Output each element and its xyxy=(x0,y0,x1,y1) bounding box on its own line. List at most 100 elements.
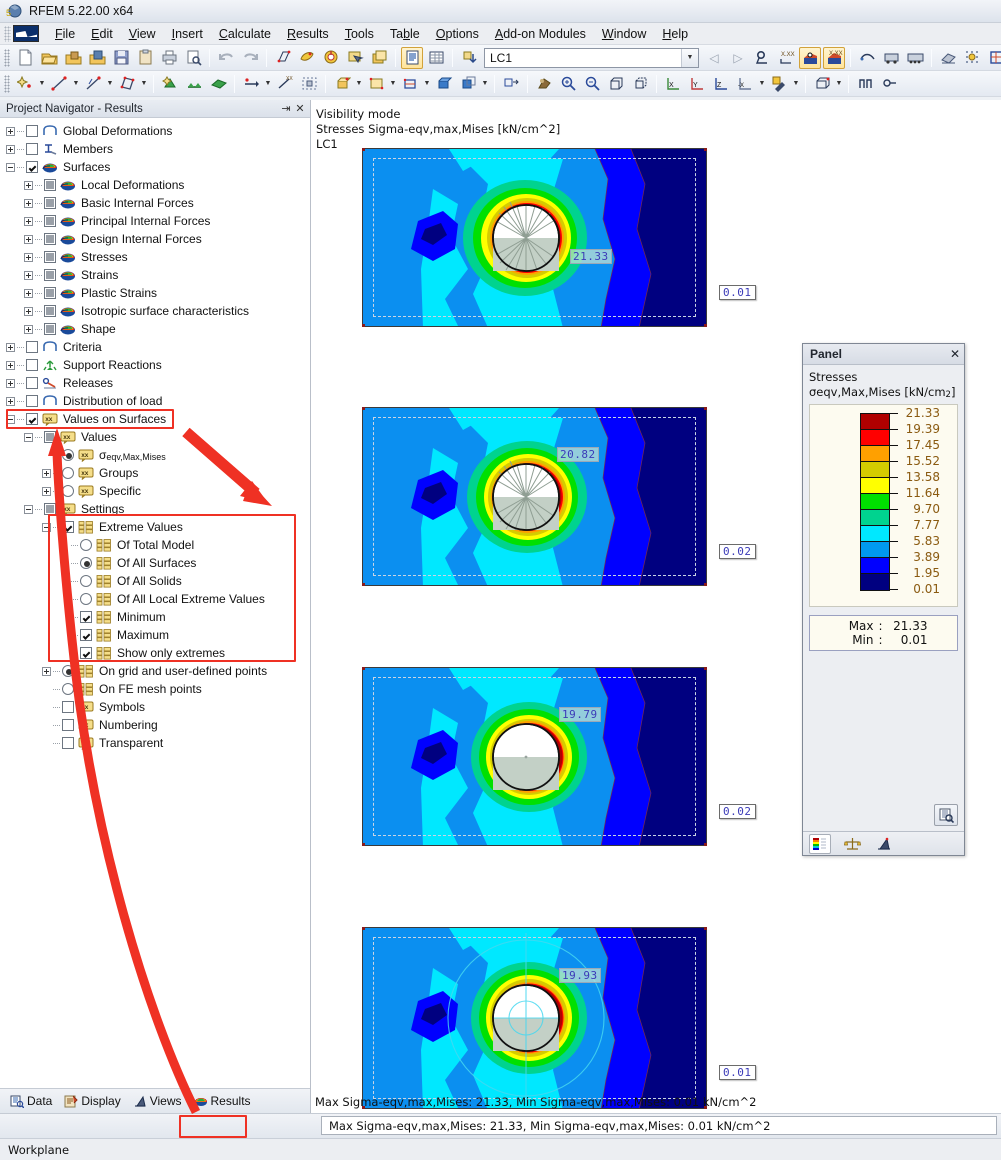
open-file-icon[interactable] xyxy=(38,47,60,69)
navigator-tab-data[interactable]: Data xyxy=(4,1092,58,1110)
checkbox[interactable] xyxy=(44,269,56,281)
expand-icon[interactable] xyxy=(6,360,15,370)
expand-icon[interactable] xyxy=(42,468,51,478)
navigator-tab-results[interactable]: Results xyxy=(188,1092,257,1110)
checkbox[interactable] xyxy=(26,341,38,353)
checkbox[interactable] xyxy=(44,251,56,263)
load-case-combo[interactable]: LC1 ▼ xyxy=(484,47,699,68)
clipboard-icon[interactable] xyxy=(134,47,156,69)
tree-item-stresses[interactable]: Stresses xyxy=(0,248,310,266)
checkbox[interactable] xyxy=(26,395,38,407)
collapse-icon[interactable] xyxy=(24,504,33,514)
checkbox[interactable] xyxy=(44,233,56,245)
checkbox[interactable] xyxy=(26,125,38,137)
new-support-icon[interactable] xyxy=(159,73,181,95)
contour-plot-4[interactable]: 19.93 0.01 xyxy=(362,927,756,1109)
tree-item-of-total-model[interactable]: Of Total Model xyxy=(0,536,310,554)
show-result-values-icon[interactable]: X.XX xyxy=(823,46,845,69)
chevron-down-icon[interactable]: ▼ xyxy=(388,73,398,95)
tree-item-design-internal-forces[interactable]: Design Internal Forces xyxy=(0,230,310,248)
tree-item-strains[interactable]: Strains xyxy=(0,266,310,284)
chevron-down-icon[interactable]: ▼ xyxy=(681,48,698,67)
tree-item-minimum[interactable]: Minimum xyxy=(0,608,310,626)
tree-item-basic-internal-forces[interactable]: Basic Internal Forces xyxy=(0,194,310,212)
checkbox[interactable] xyxy=(62,737,74,749)
expand-icon[interactable] xyxy=(24,198,33,208)
selection-region-icon[interactable] xyxy=(298,73,320,95)
print-preview-icon[interactable] xyxy=(182,47,204,69)
tree-item-settings[interactable]: xx Settings xyxy=(0,500,310,518)
new-free-load-icon[interactable]: XX xyxy=(274,73,296,95)
expand-icon[interactable] xyxy=(6,396,15,406)
results-panel[interactable]: Panel ✕ Stresses σeqv,Max,Mises [kN/cm2]… xyxy=(802,343,965,856)
select-plus-icon[interactable] xyxy=(344,47,366,69)
checkbox[interactable] xyxy=(44,215,56,227)
menu-view[interactable]: View xyxy=(121,25,164,43)
new-line-icon[interactable] xyxy=(48,73,70,95)
expand-icon[interactable] xyxy=(24,288,33,298)
checkbox[interactable] xyxy=(44,305,56,317)
color-legend[interactable]: 21.33 19.39 17.45 15.52 13.58 11.64 9.70 7.77 5.… xyxy=(809,404,958,607)
chevron-down-icon[interactable]: ▼ xyxy=(791,73,801,95)
new-contact-icon[interactable] xyxy=(399,73,421,95)
radio-button[interactable] xyxy=(80,557,92,569)
expand-icon[interactable] xyxy=(24,306,33,316)
new-file-icon[interactable] xyxy=(14,47,36,69)
new-surface-icon[interactable] xyxy=(207,73,229,95)
pin-icon[interactable]: ⇥ xyxy=(279,102,293,115)
expand-icon[interactable] xyxy=(24,180,33,190)
show-results-icon[interactable] xyxy=(751,47,773,69)
navigator-tab-views[interactable]: Views xyxy=(127,1092,188,1110)
contour-plot-2[interactable]: 20.82 0.02 xyxy=(362,407,756,586)
table-icon[interactable] xyxy=(425,47,447,69)
tree-item-symbols[interactable]: xx Symbols xyxy=(0,698,310,716)
checkbox[interactable] xyxy=(44,323,56,335)
chevron-down-icon[interactable]: ▼ xyxy=(354,73,364,95)
tree-item-transparent[interactable]: xx Transparent xyxy=(0,734,310,752)
view-model-1-icon[interactable] xyxy=(985,47,1001,69)
zoom-window-icon[interactable] xyxy=(629,73,651,95)
tree-item-criteria[interactable]: Criteria xyxy=(0,338,310,356)
calculate-icon[interactable] xyxy=(533,73,555,95)
collapse-icon[interactable] xyxy=(6,414,15,424)
expand-icon[interactable] xyxy=(24,216,33,226)
undo-icon[interactable] xyxy=(215,47,237,69)
chevron-down-icon[interactable]: ▼ xyxy=(263,73,273,95)
checkbox[interactable] xyxy=(44,179,56,191)
expand-icon[interactable] xyxy=(6,378,15,388)
checkbox[interactable] xyxy=(80,647,92,659)
new-window-icon[interactable] xyxy=(368,47,390,69)
tree-item-releases[interactable]: Releases xyxy=(0,374,310,392)
tree-item-on-fe-mesh-points[interactable]: On FE mesh points xyxy=(0,680,310,698)
open-3d-icon[interactable] xyxy=(86,47,108,69)
scale-factor-icon[interactable] xyxy=(841,834,863,854)
new-model-object-icon[interactable] xyxy=(457,73,479,95)
menu-grip[interactable] xyxy=(4,25,11,42)
menu-calculate[interactable]: Calculate xyxy=(211,25,279,43)
animation-multi-icon[interactable] xyxy=(904,47,926,69)
new-line-support-icon[interactable] xyxy=(183,73,205,95)
tree-item-values[interactable]: xx Values xyxy=(0,428,310,446)
toolbar-grip[interactable] xyxy=(4,48,10,67)
new-node-icon[interactable] xyxy=(14,73,36,95)
checkbox[interactable] xyxy=(80,611,92,623)
view-in-z-icon[interactable]: Z xyxy=(710,73,732,95)
radio-button[interactable] xyxy=(80,539,92,551)
checkbox[interactable] xyxy=(80,629,92,641)
tree-item-on-grid-and-user-defined-points[interactable]: On grid and user-defined points xyxy=(0,662,310,680)
tree-item-specific[interactable]: xx Specific xyxy=(0,482,310,500)
checkbox[interactable] xyxy=(26,377,38,389)
chevron-down-icon[interactable]: ▼ xyxy=(757,73,767,95)
radio-button[interactable] xyxy=(62,485,74,497)
checkbox[interactable] xyxy=(44,503,56,515)
chevron-down-icon[interactable]: ▼ xyxy=(139,73,149,95)
deformation-view-icon[interactable] xyxy=(856,47,878,69)
tree-item-plastic-strains[interactable]: Plastic Strains xyxy=(0,284,310,302)
tree-item-maximum[interactable]: Maximum xyxy=(0,626,310,644)
checkbox[interactable] xyxy=(62,719,74,731)
redo-icon[interactable] xyxy=(239,47,261,69)
rotate-icon[interactable] xyxy=(320,47,342,69)
expand-icon[interactable] xyxy=(42,666,51,676)
tree-item-global-deformations[interactable]: Global Deformations xyxy=(0,122,310,140)
expand-icon[interactable] xyxy=(24,234,33,244)
